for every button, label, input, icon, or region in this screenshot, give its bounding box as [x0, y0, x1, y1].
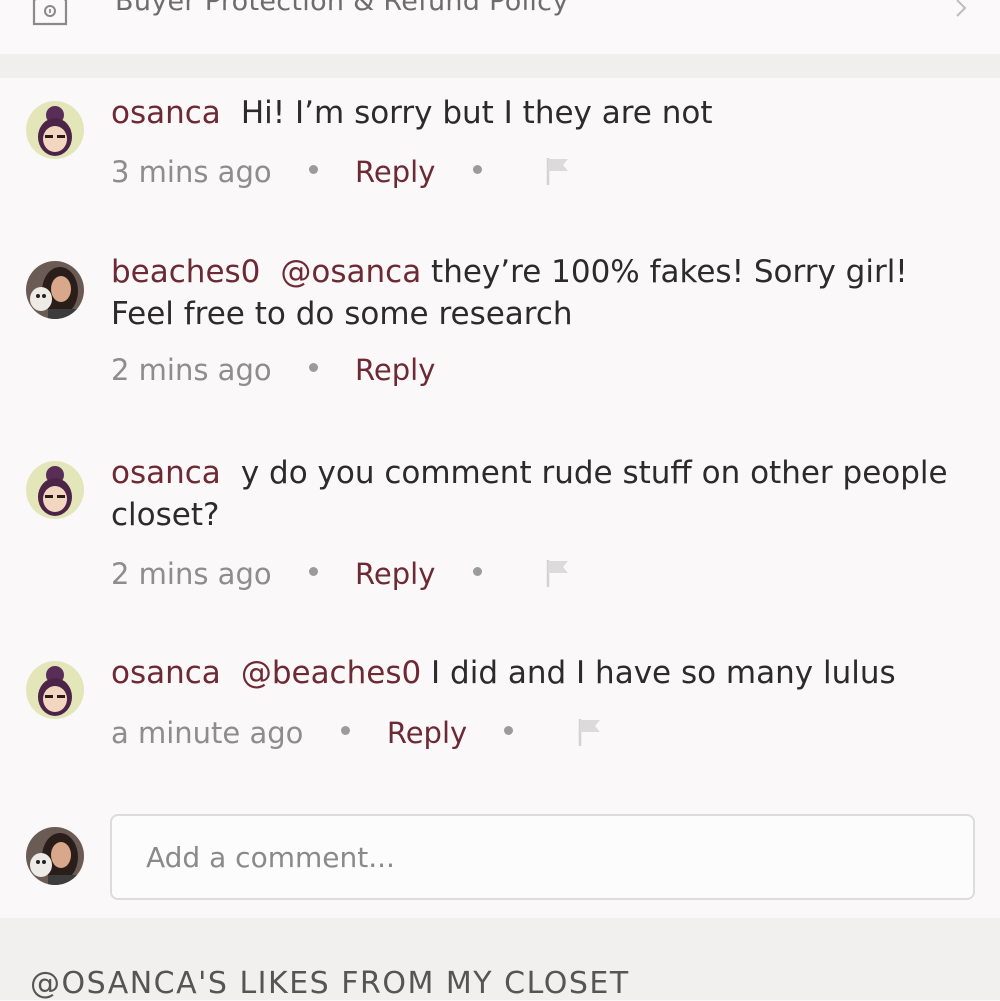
add-comment-input[interactable]: [110, 814, 975, 900]
separator-dot: [504, 725, 514, 735]
beaches0-avatar-photo: [26, 261, 84, 319]
separator-dot: [308, 164, 318, 174]
comment-message: Hi! I’m sorry but I they are not: [240, 95, 713, 131]
current-user-avatar-photo: [26, 827, 84, 885]
reply-button[interactable]: Reply: [355, 557, 435, 591]
beaches0-avatar[interactable]: [26, 261, 84, 319]
osanca-avatar[interactable]: [26, 101, 84, 159]
section-divider: [0, 54, 1000, 78]
buyer-protection-row[interactable]: Buyer Protection & Refund Policy: [0, 0, 1000, 54]
likes-section: @OSANCA'S LIKES FROM MY CLOSET: [0, 918, 1000, 1001]
separator-dot: [472, 566, 482, 576]
comment-meta: a minute ago Reply: [111, 711, 603, 751]
comment-timestamp: a minute ago: [111, 716, 304, 750]
separator-dot: [340, 725, 350, 735]
osanca-avatar-illustration: [26, 661, 84, 719]
shield-badge-icon: [32, 0, 68, 26]
likes-section-heading: @OSANCA'S LIKES FROM MY CLOSET: [30, 966, 630, 1001]
comment-mention[interactable]: @beaches0: [241, 655, 421, 691]
comment-username[interactable]: osanca: [111, 455, 221, 491]
comment-message: y do you comment rude stuff on other peo…: [111, 455, 948, 533]
osanca-avatar[interactable]: [26, 461, 84, 519]
reply-button[interactable]: Reply: [355, 155, 435, 189]
flag-icon[interactable]: [545, 558, 571, 588]
buyer-protection-label: Buyer Protection & Refund Policy: [115, 0, 569, 17]
comment-timestamp: 2 mins ago: [111, 353, 272, 387]
flag-icon[interactable]: [545, 156, 571, 186]
comment-username[interactable]: osanca: [111, 95, 221, 131]
chevron-right-icon: [956, 0, 967, 17]
comment-body: osanca @beaches0 I did and I have so many…: [111, 652, 951, 694]
comment-meta: 2 mins ago Reply: [111, 351, 435, 391]
comment-meta: 3 mins ago Reply: [111, 150, 571, 190]
osanca-avatar-illustration: [26, 101, 84, 159]
flag-icon[interactable]: [577, 717, 603, 747]
separator-dot: [308, 566, 318, 576]
comment-message: I did and I have so many lulus: [421, 655, 896, 691]
comments-list: osanca Hi! I’m sorry but I they are not 3…: [0, 78, 1000, 918]
comment-body: osanca y do you comment rude stuff on oth…: [111, 452, 951, 536]
comment-mention[interactable]: @osanca: [280, 254, 421, 290]
comment-body: osanca Hi! I’m sorry but I they are not: [111, 92, 951, 134]
osanca-avatar[interactable]: [26, 661, 84, 719]
comment-meta: 2 mins ago Reply: [111, 552, 571, 592]
comment-timestamp: 2 mins ago: [111, 557, 272, 591]
comment-timestamp: 3 mins ago: [111, 155, 272, 189]
separator-dot: [308, 362, 318, 372]
comment-username[interactable]: osanca: [111, 655, 221, 691]
reply-button[interactable]: Reply: [355, 353, 435, 387]
comment-body: beaches0 @osanca they’re 100% fakes! Sorr…: [111, 251, 951, 335]
osanca-avatar-illustration: [26, 461, 84, 519]
separator-dot: [472, 164, 482, 174]
comment-username[interactable]: beaches0: [111, 254, 260, 290]
reply-button[interactable]: Reply: [387, 716, 467, 750]
current-user-avatar: [26, 827, 84, 885]
